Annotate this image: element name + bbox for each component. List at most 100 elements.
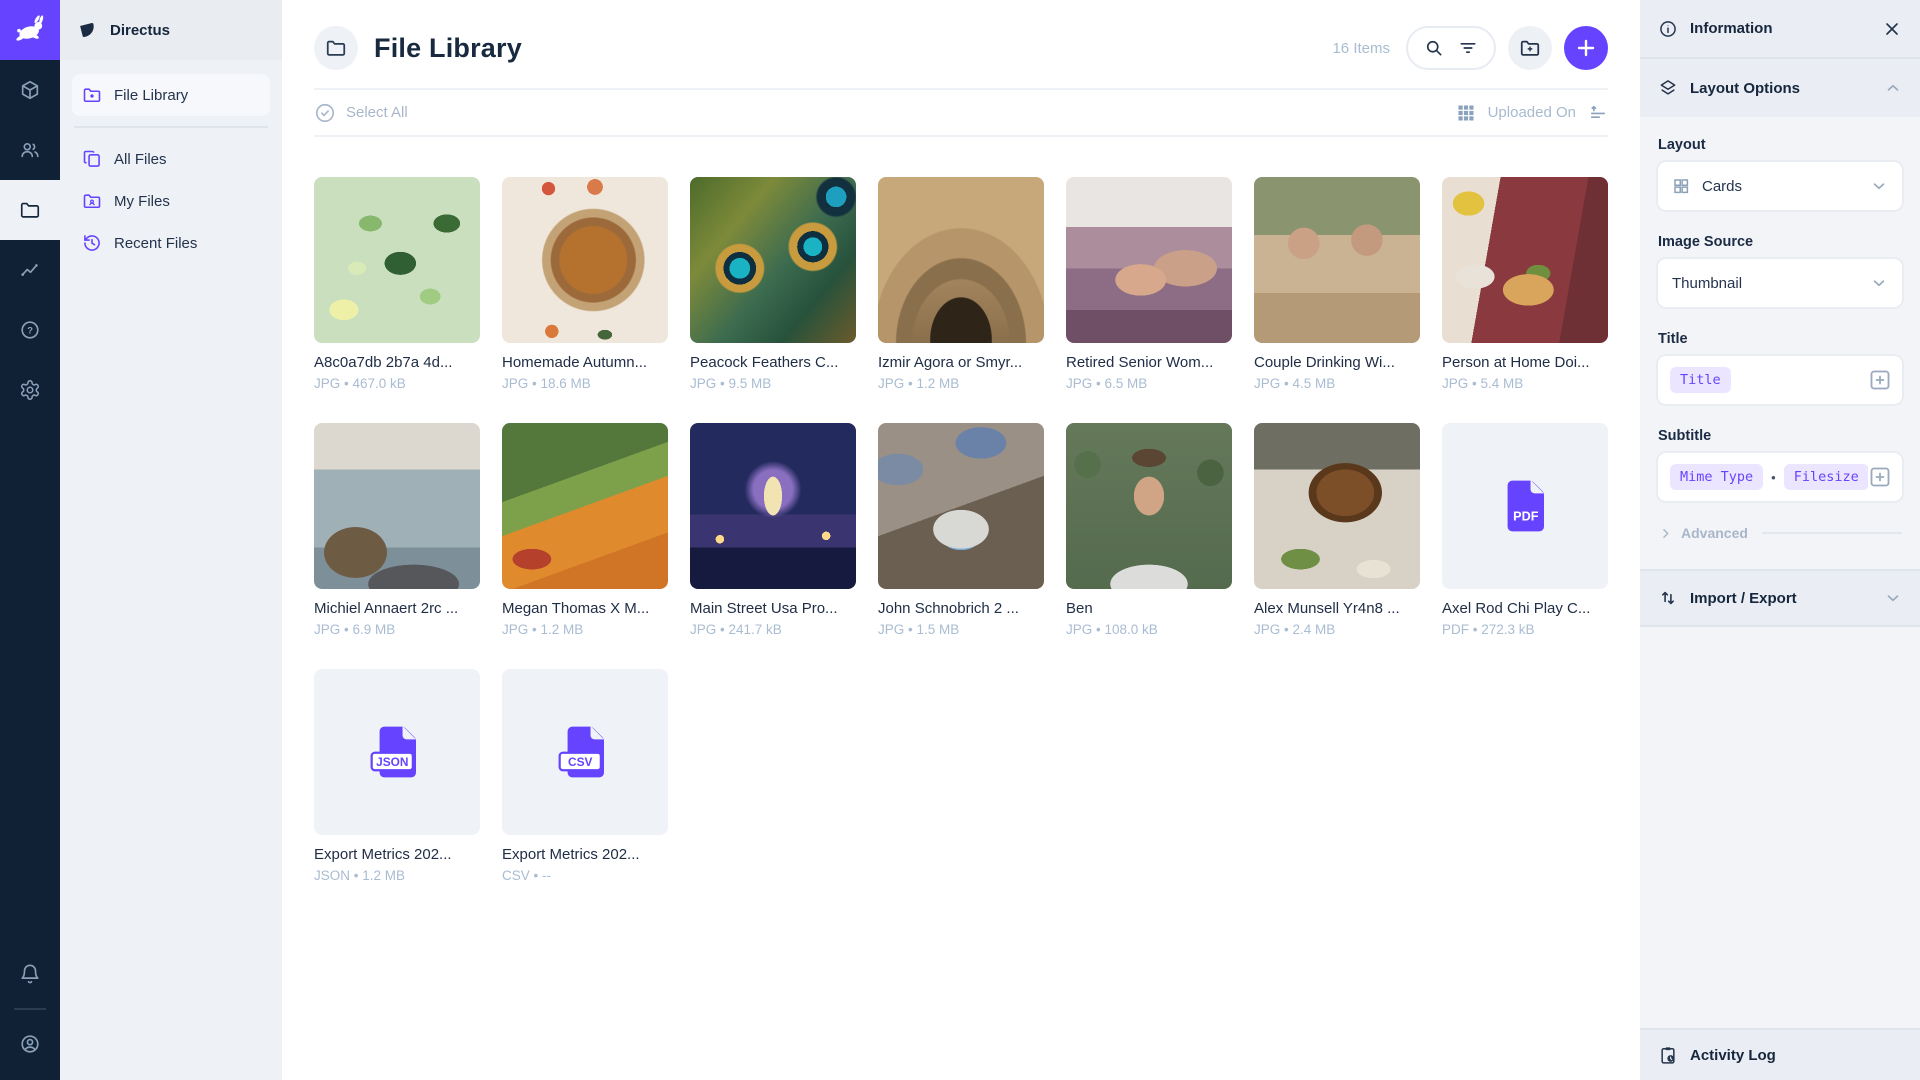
file-card[interactable]: CSV CSV Export Metrics 202... CSV • -- xyxy=(502,669,668,883)
file-name: Retired Senior Wom... xyxy=(1066,354,1232,371)
plus-box-icon[interactable] xyxy=(1868,465,1892,489)
project-name: Directus xyxy=(110,22,170,39)
advanced-toggle[interactable]: Advanced xyxy=(1658,525,1902,541)
header-actions: 16 Items xyxy=(1332,26,1608,70)
info-panel: Information Layout Options Layout Cards xyxy=(1640,0,1920,1080)
import-export-section[interactable]: Import / Export xyxy=(1640,569,1920,627)
file-card[interactable]: JSON JSON Export Metrics 202... JSON • 1… xyxy=(314,669,480,883)
file-card[interactable]: Homemade Autumn... JPG • 18.6 MB xyxy=(502,177,668,391)
file-meta: JPG • 1.5 MB xyxy=(878,622,1044,637)
new-folder-button[interactable] xyxy=(1508,26,1552,70)
file-card[interactable]: A8c0a7db 2b7a 4d... JPG • 467.0 kB xyxy=(314,177,480,391)
toolbar-right: Uploaded On xyxy=(1456,103,1608,123)
file-meta: JPG • 18.6 MB xyxy=(502,376,668,391)
filter-icon[interactable] xyxy=(1458,38,1478,58)
page-title-button[interactable] xyxy=(314,26,358,70)
field-label: Subtitle xyxy=(1658,428,1902,444)
file-card[interactable]: John Schnobrich 2 ... JPG • 1.5 MB xyxy=(878,423,1044,637)
module-insights[interactable] xyxy=(0,240,60,300)
layout-select[interactable]: Cards xyxy=(1658,162,1902,210)
nav-item-all-files[interactable]: All Files xyxy=(72,138,270,180)
file-name: Person at Home Doi... xyxy=(1442,354,1608,371)
advanced-label: Advanced xyxy=(1681,525,1748,541)
select-all-label: Select All xyxy=(346,104,408,121)
user-menu-button[interactable] xyxy=(0,1014,60,1074)
nav-divider xyxy=(74,126,268,128)
layout-field: Layout Cards xyxy=(1658,137,1902,210)
project-header[interactable]: Directus xyxy=(60,0,282,60)
file-name: Homemade Autumn... xyxy=(502,354,668,371)
close-panel-button[interactable] xyxy=(1882,19,1902,39)
history-clock-icon xyxy=(82,233,102,253)
folder-icon xyxy=(325,37,347,59)
chevron-right-icon xyxy=(1658,526,1673,541)
file-card[interactable]: Peacock Feathers C... JPG • 9.5 MB xyxy=(690,177,856,391)
add-file-button[interactable] xyxy=(1564,26,1608,70)
help-icon: ? xyxy=(19,319,41,341)
file-card[interactable]: Retired Senior Wom... JPG • 6.5 MB xyxy=(1066,177,1232,391)
module-files[interactable] xyxy=(0,180,60,240)
title-template-input[interactable]: Title xyxy=(1658,356,1902,404)
subtitle-template-input[interactable]: Mime Type • Filesize xyxy=(1658,453,1902,501)
module-content[interactable] xyxy=(0,60,60,120)
notifications-button[interactable] xyxy=(0,944,60,1004)
check-circle-icon xyxy=(314,102,336,124)
file-thumbnail xyxy=(878,177,1044,343)
file-card[interactable]: Michiel Annaert 2rc ... JPG • 6.9 MB xyxy=(314,423,480,637)
file-card[interactable]: Couple Drinking Wi... JPG • 4.5 MB xyxy=(1254,177,1420,391)
search-icon[interactable] xyxy=(1424,38,1444,58)
settings-gear-icon xyxy=(19,379,41,401)
module-help[interactable]: ? xyxy=(0,300,60,360)
directus-logo[interactable] xyxy=(0,0,60,60)
nav-item-recent-files[interactable]: Recent Files xyxy=(72,222,270,264)
file-card[interactable]: Ben JPG • 108.0 kB xyxy=(1066,423,1232,637)
svg-text:?: ? xyxy=(27,326,33,337)
module-settings[interactable] xyxy=(0,360,60,420)
image-source-select[interactable]: Thumbnail xyxy=(1658,259,1902,307)
file-meta: JPG • 5.4 MB xyxy=(1442,376,1608,391)
title-chip[interactable]: Title xyxy=(1670,367,1731,393)
sort-direction-icon[interactable] xyxy=(1588,103,1608,123)
file-card[interactable]: Alex Munsell Yr4n8 ... JPG • 2.4 MB xyxy=(1254,423,1420,637)
mime-type-chip[interactable]: Mime Type xyxy=(1670,464,1763,490)
image-source-field: Image Source Thumbnail xyxy=(1658,234,1902,307)
chevron-down-icon xyxy=(1870,177,1888,195)
filesize-chip[interactable]: Filesize xyxy=(1784,464,1869,490)
file-thumbnail: PDF PDF xyxy=(1442,423,1608,589)
file-card[interactable]: Megan Thomas X M... JPG • 1.2 MB xyxy=(502,423,668,637)
activity-log-label: Activity Log xyxy=(1690,1047,1776,1064)
file-card[interactable]: PDF PDF Axel Rod Chi Play C... PDF • 272… xyxy=(1442,423,1608,637)
file-card[interactable]: Person at Home Doi... JPG • 5.4 MB xyxy=(1442,177,1608,391)
file-name: John Schnobrich 2 ... xyxy=(878,600,1044,617)
page-title: File Library xyxy=(374,33,522,64)
main-content: File Library 16 Items xyxy=(282,0,1640,1080)
file-thumbnail xyxy=(1254,423,1420,589)
layout-options-section[interactable]: Layout Options xyxy=(1640,59,1920,117)
grid-view-icon[interactable] xyxy=(1456,103,1476,123)
module-users[interactable] xyxy=(0,120,60,180)
file-name: Main Street Usa Pro... xyxy=(690,600,856,617)
file-meta: JPG • 241.7 kB xyxy=(690,622,856,637)
nav-item-my-files[interactable]: My Files xyxy=(72,180,270,222)
search-bar[interactable] xyxy=(1406,26,1496,70)
select-all-button[interactable]: Select All xyxy=(314,102,408,124)
sort-field-button[interactable]: Uploaded On xyxy=(1488,104,1576,121)
insights-icon xyxy=(19,259,41,281)
field-label: Title xyxy=(1658,331,1902,347)
chevron-up-icon xyxy=(1884,79,1902,97)
nav-item-label: Recent Files xyxy=(114,235,197,252)
file-card[interactable]: Izmir Agora or Smyr... JPG • 1.2 MB xyxy=(878,177,1044,391)
file-name: Couple Drinking Wi... xyxy=(1254,354,1420,371)
close-icon xyxy=(1882,19,1902,39)
panel-spacer xyxy=(1640,627,1920,1028)
file-thumbnail: CSV CSV xyxy=(502,669,668,835)
svg-text:JSON: JSON xyxy=(376,755,408,769)
field-label: Image Source xyxy=(1658,234,1902,250)
file-card[interactable]: Main Street Usa Pro... JPG • 241.7 kB xyxy=(690,423,856,637)
nav-item-file-library[interactable]: File Library xyxy=(72,74,270,116)
module-bar-spacer xyxy=(0,420,60,944)
activity-log-button[interactable]: Activity Log xyxy=(1640,1028,1920,1080)
plus-box-icon[interactable] xyxy=(1868,368,1892,392)
advanced-divider xyxy=(1762,532,1902,534)
file-thumbnail xyxy=(314,423,480,589)
